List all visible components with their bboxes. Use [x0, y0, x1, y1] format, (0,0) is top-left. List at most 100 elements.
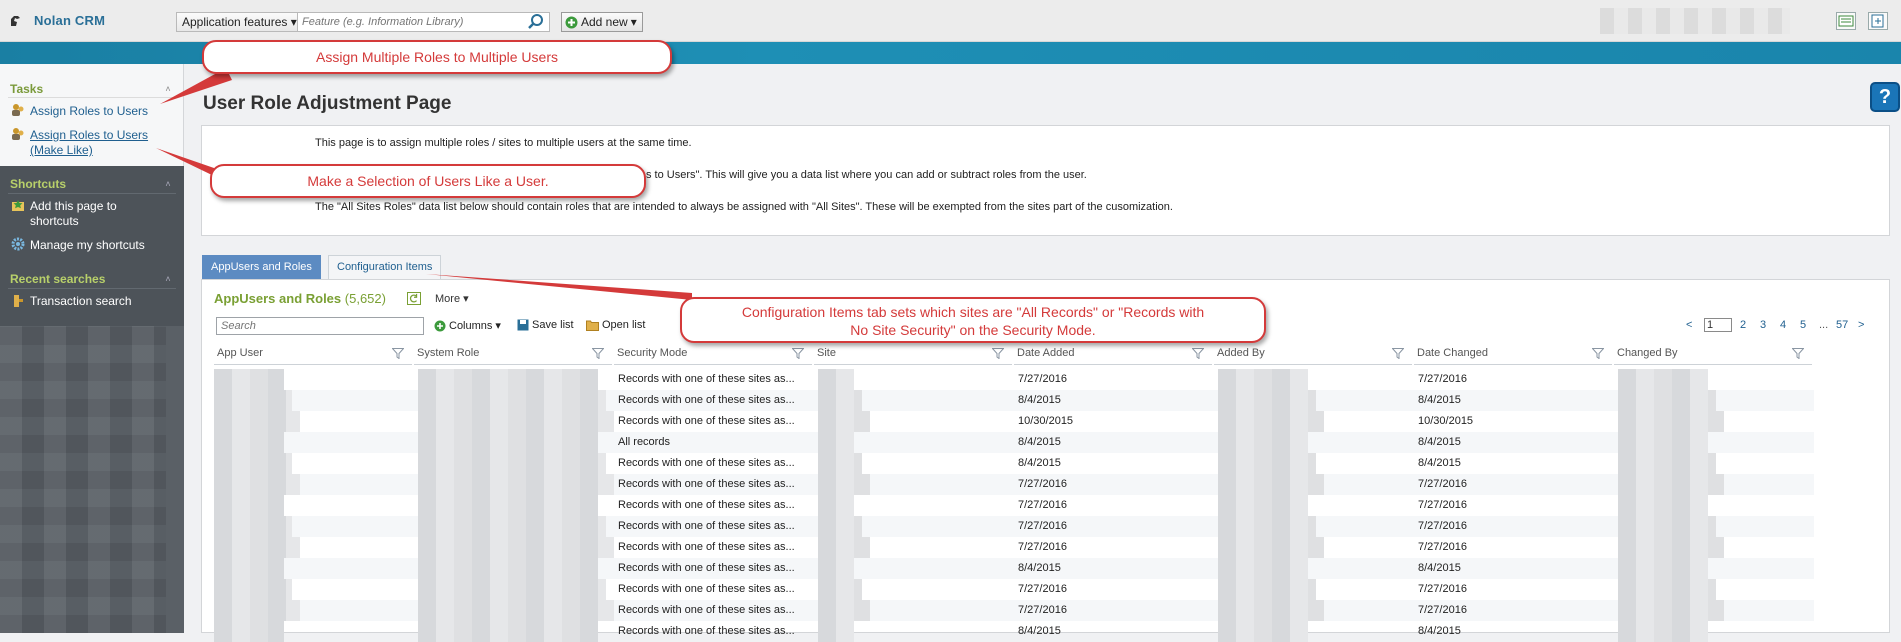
cell-date-changed: 8/4/2015: [1418, 625, 1461, 637]
table-row[interactable]: Records with one of these sites as... 8/4…: [214, 390, 1814, 411]
table-row[interactable]: Records with one of these sites as... 7/2…: [214, 516, 1814, 537]
redacted-cell: [818, 537, 870, 558]
tab-configuration-items[interactable]: Configuration Items: [328, 255, 442, 279]
redacted-cell: [1218, 579, 1316, 600]
cell-date-added: 7/27/2016: [1018, 478, 1067, 490]
chevron-down-icon: ▾: [495, 320, 501, 332]
filter-icon[interactable]: [392, 348, 404, 359]
column-header[interactable]: System Role: [414, 343, 612, 365]
recent-transaction-label: Transaction search: [30, 294, 132, 308]
column-header[interactable]: Changed By: [1614, 343, 1812, 365]
pager-next[interactable]: >: [1858, 319, 1864, 331]
cell-security-mode: Records with one of these sites as...: [618, 394, 795, 406]
star-icon: [12, 200, 24, 211]
list-title: AppUsers and Roles (5,652): [214, 291, 386, 306]
filter-icon[interactable]: [1792, 348, 1804, 359]
toolbar-export-icon[interactable]: [1868, 12, 1888, 30]
collapse-tasks-icon[interactable]: ˄: [163, 84, 173, 94]
redacted-cell: [214, 369, 284, 390]
add-new-label: Add new: [581, 15, 628, 29]
table-row[interactable]: Records with one of these sites as... 7/2…: [214, 495, 1814, 516]
feature-search-input[interactable]: [297, 12, 550, 32]
shortcut-add-page[interactable]: Add this page to shortcuts: [30, 199, 117, 229]
pager-prev[interactable]: <: [1686, 319, 1692, 331]
table-row[interactable]: Records with one of these sites as... 7/2…: [214, 474, 1814, 495]
filter-icon[interactable]: [1192, 348, 1204, 359]
features-select[interactable]: Application features ▾: [176, 12, 303, 32]
table-row[interactable]: Records with one of these sites as... 7/2…: [214, 600, 1814, 621]
task-assign-roles-make-like[interactable]: Assign Roles to Users (Make Like): [30, 128, 148, 158]
chevron-down-icon: ▾: [290, 15, 297, 29]
pager-current-page[interactable]: 1: [1704, 318, 1732, 332]
pager-page[interactable]: 4: [1780, 319, 1786, 331]
table-row[interactable]: Records with one of these sites as... 7/2…: [214, 369, 1814, 390]
search-icon[interactable]: [527, 13, 545, 31]
column-header[interactable]: Date Added: [1014, 343, 1212, 365]
redacted-cell: [418, 558, 598, 579]
cell-date-added: 7/27/2016: [1018, 373, 1067, 385]
pager-page[interactable]: 3: [1760, 319, 1766, 331]
filter-icon[interactable]: [792, 348, 804, 359]
column-header-label: Site: [817, 347, 836, 359]
redacted-cell: [214, 411, 300, 432]
table-row[interactable]: Records with one of these sites as... 7/2…: [214, 537, 1814, 558]
column-header[interactable]: App User: [214, 343, 412, 365]
grid-search-input[interactable]: [216, 317, 424, 335]
sidebar-scrollbar[interactable]: [166, 326, 184, 633]
recent-transaction-search[interactable]: Transaction search: [30, 294, 132, 309]
top-bar: Nolan CRM Application features ▾ Add new…: [0, 0, 1901, 42]
redacted-cell: [418, 600, 614, 621]
save-list-button[interactable]: Save list: [517, 319, 574, 331]
filter-icon[interactable]: [992, 348, 1004, 359]
table-row[interactable]: All records 8/4/2015 8/4/2015: [214, 432, 1814, 453]
pager-last-page[interactable]: 57: [1836, 319, 1848, 331]
filter-icon[interactable]: [1392, 348, 1404, 359]
table-row[interactable]: Records with one of these sites as... 8/4…: [214, 453, 1814, 474]
task-assign-roles[interactable]: Assign Roles to Users: [30, 104, 148, 119]
add-new-button[interactable]: Add new ▾: [561, 12, 643, 32]
column-header[interactable]: Added By: [1214, 343, 1412, 365]
tab-appusers-roles[interactable]: AppUsers and Roles: [202, 255, 321, 279]
save-icon: [517, 319, 529, 331]
key-icon: [14, 295, 23, 307]
pager-page[interactable]: 2: [1740, 319, 1746, 331]
redacted-cell: [818, 369, 854, 390]
redacted-cell: [1618, 474, 1724, 495]
table-row[interactable]: Records with one of these sites as... 10/…: [214, 411, 1814, 432]
callout-assign-multiple-roles: Assign Multiple Roles to Multiple Users: [202, 40, 672, 74]
column-header[interactable]: Security Mode: [614, 343, 812, 365]
refresh-icon[interactable]: [407, 292, 421, 305]
column-header-label: App User: [217, 347, 263, 359]
brand-name[interactable]: Nolan CRM: [34, 13, 105, 28]
cell-security-mode: Records with one of these sites as...: [618, 499, 795, 511]
table-row[interactable]: Records with one of these sites as... 8/4…: [214, 558, 1814, 579]
filter-icon[interactable]: [592, 348, 604, 359]
help-icon[interactable]: ?: [1870, 82, 1900, 112]
redacted-cell: [1618, 369, 1708, 390]
open-list-button[interactable]: Open list: [586, 319, 645, 331]
redacted-cell: [418, 537, 614, 558]
cell-date-added: 7/27/2016: [1018, 583, 1067, 595]
cell-date-added: 7/27/2016: [1018, 499, 1067, 511]
redacted-cell: [1218, 537, 1324, 558]
pager-page[interactable]: 5: [1800, 319, 1806, 331]
cell-date-added: 8/4/2015: [1018, 457, 1061, 469]
toolbar-report-icon[interactable]: [1836, 12, 1856, 30]
gear-icon: [11, 237, 25, 251]
filter-icon[interactable]: [1592, 348, 1604, 359]
shortcut-manage[interactable]: Manage my shortcuts: [30, 238, 145, 253]
redacted-cell: [1618, 432, 1708, 453]
info-line-3: The "All Sites Roles" data list below sh…: [315, 201, 1173, 213]
column-header[interactable]: Site: [814, 343, 1012, 365]
columns-button[interactable]: Columns ▾: [434, 319, 501, 332]
collapse-shortcuts-icon[interactable]: ˄: [163, 179, 173, 189]
redacted-cell: [1218, 432, 1308, 453]
shortcuts-heading: Shortcuts: [10, 177, 67, 191]
column-header[interactable]: Date Changed: [1414, 343, 1612, 365]
table-row[interactable]: Records with one of these sites as... 7/2…: [214, 579, 1814, 600]
collapse-recent-icon[interactable]: ˄: [163, 274, 173, 284]
more-menu-button[interactable]: More ▾: [435, 292, 469, 305]
folder-icon: [586, 320, 599, 331]
redacted-cell: [818, 495, 854, 516]
table-row[interactable]: Records with one of these sites as... 8/4…: [214, 621, 1814, 642]
